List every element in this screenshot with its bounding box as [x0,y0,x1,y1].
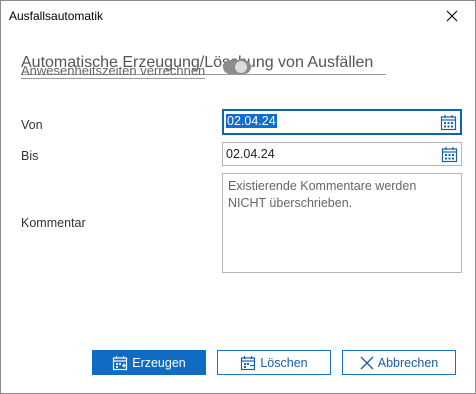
attendance-toggle[interactable] [223,60,251,74]
bis-date-field[interactable]: 02.04.24 [222,142,462,166]
loeschen-button[interactable]: Löschen [217,350,331,375]
erzeugen-label: Erzeugen [132,355,186,370]
abbrechen-label: Abbrechen [377,355,439,370]
calendar-icon [440,115,457,131]
window-title: Ausfallsautomatik [9,9,104,23]
kommentar-placeholder: Existierende Kommentare werden NICHT übe… [228,179,417,210]
attendance-toggle-label: Anwesenheitszeiten verrechnen [21,63,206,79]
calendar-icon [441,147,458,163]
bis-date-value: 02.04.24 [226,147,275,161]
von-date-value: 02.04.24 [226,114,277,128]
loeschen-label: Löschen [260,355,308,370]
title-bar[interactable]: Ausfallsautomatik [1,1,475,31]
bis-calendar-button[interactable] [441,146,458,163]
toggle-knob [235,61,247,73]
kommentar-label: Kommentar [21,216,86,230]
cancel-x-icon [360,356,374,369]
von-label: Von [21,118,43,132]
von-calendar-button[interactable] [440,114,457,131]
abbrechen-button[interactable]: Abbrechen [342,350,456,375]
erzeugen-button[interactable]: Erzeugen [92,350,206,375]
close-icon [446,10,458,22]
kommentar-textarea[interactable]: Existierende Kommentare werden NICHT übe… [222,173,462,273]
calendar-remove-icon [241,355,256,370]
dialog-window: Ausfallsautomatik Automatische Erzeugung… [0,0,476,394]
von-date-field[interactable]: 02.04.24 [222,109,462,135]
close-button[interactable] [429,1,475,31]
bis-label: Bis [21,149,39,163]
calendar-add-icon [113,355,128,370]
